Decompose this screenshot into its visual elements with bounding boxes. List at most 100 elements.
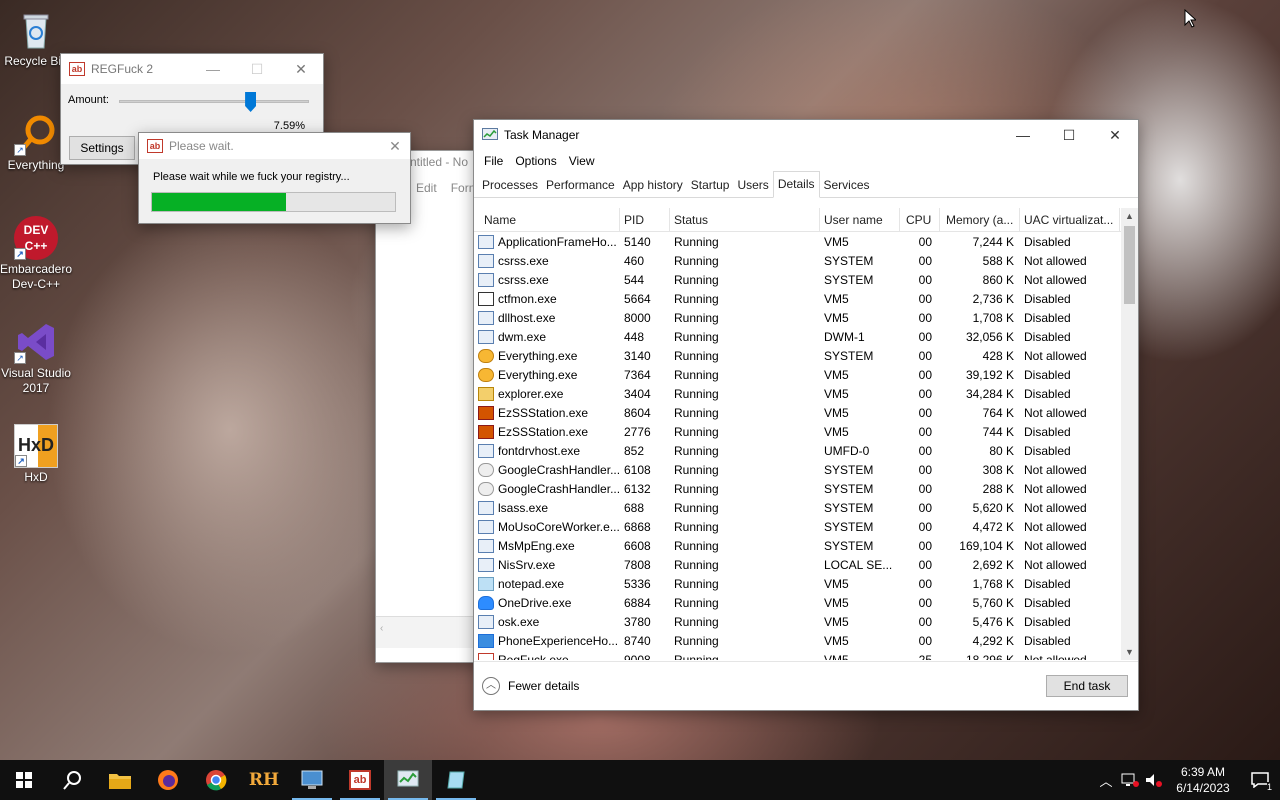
scroll-down-icon[interactable]: ▼ (1121, 644, 1138, 660)
taskbar-task-manager[interactable] (384, 760, 432, 800)
regfuck-titlebar[interactable]: ab REGFuck 2 — ☐ ✕ (61, 54, 323, 84)
tab-details[interactable]: Details (772, 171, 820, 198)
column-header-user[interactable]: User name (820, 208, 900, 232)
taskbar-firefox[interactable] (144, 760, 192, 800)
tab-users[interactable]: Users (733, 174, 772, 197)
table-row[interactable]: MsMpEng.exe 6608 Running SYSTEM 00 169,104 K N… (474, 536, 1138, 555)
amount-slider-track[interactable] (119, 100, 309, 103)
menu-bar: File Options View (474, 150, 1138, 172)
notepad-hscroll[interactable]: ‹ (376, 616, 484, 648)
tab-startup[interactable]: Startup (687, 174, 734, 197)
please-wait-titlebar[interactable]: ab Please wait. ✕ (139, 133, 410, 159)
notepad-menu-edit[interactable]: Edit (416, 181, 437, 195)
table-row[interactable]: GoogleCrashHandler... 6132 Running SYSTEM 00… (474, 479, 1138, 498)
amount-slider-thumb[interactable] (245, 92, 257, 112)
table-row[interactable]: lsass.exe 688 Running SYSTEM 00 5,620 K Not al… (474, 498, 1138, 517)
sort-ascending-icon: ^ (543, 208, 548, 213)
notepad-window[interactable]: ntitled - No Edit Form ‹ (375, 150, 485, 663)
tab-services[interactable]: Services (820, 174, 874, 197)
vertical-scrollbar[interactable]: ▲ ▼ (1121, 208, 1138, 660)
column-header-pid[interactable]: PID (620, 208, 670, 232)
taskbar-chrome[interactable] (192, 760, 240, 800)
close-button[interactable]: ✕ (1092, 120, 1138, 150)
table-row[interactable]: EzSSStation.exe 8604 Running VM5 00 764 K Not … (474, 403, 1138, 422)
process-cpu: 00 (918, 310, 932, 325)
table-row[interactable]: MoUsoCoreWorker.e... 6868 Running SYSTEM 00 4… (474, 517, 1138, 536)
table-row[interactable]: Everything.exe 7364 Running VM5 00 39,192 K Di… (474, 365, 1138, 384)
regfuck-icon: ab (349, 770, 371, 790)
menu-file[interactable]: File (478, 154, 509, 168)
task-manager-window[interactable]: Task Manager — ☐ ✕ File Options View Pro… (473, 119, 1139, 711)
fewer-details-link[interactable]: Fewer details (508, 679, 579, 693)
process-name-text: EzSSStation.exe (498, 405, 589, 420)
taskbar-remote-desktop[interactable] (288, 760, 336, 800)
show-hidden-icons-chevron-icon[interactable]: ︿ (1094, 771, 1118, 790)
table-row[interactable]: osk.exe 3780 Running VM5 00 5,476 K Disabled (474, 612, 1138, 631)
process-user: VM5 (824, 234, 849, 249)
process-phone-icon (478, 633, 494, 648)
close-button[interactable]: ✕ (380, 131, 410, 161)
clock[interactable]: 6:39 AM 6/14/2023 (1166, 764, 1240, 796)
taskbar-resource-hacker[interactable]: RH (240, 760, 288, 800)
process-uac: Not allowed (1024, 405, 1087, 420)
maximize-button[interactable]: ☐ (235, 54, 279, 84)
table-row[interactable]: PhoneExperienceHo... 8740 Running VM5 00 4,29… (474, 631, 1138, 650)
minimize-button[interactable]: — (1000, 120, 1046, 150)
chevron-up-icon[interactable]: ︿ (482, 677, 500, 695)
process-status: Running (674, 367, 719, 382)
settings-button[interactable]: Settings (69, 136, 135, 160)
column-header-status[interactable]: Status (670, 208, 820, 232)
network-icon[interactable] (1120, 772, 1140, 788)
desktop-icon-devcpp[interactable]: DEV C++ ↗ Embarcadero Dev-C++ (0, 216, 74, 292)
table-row[interactable]: Everything.exe 3140 Running SYSTEM 00 428 K No… (474, 346, 1138, 365)
process-pid: 6108 (624, 462, 651, 477)
process-name-text: OneDrive.exe (498, 595, 572, 610)
desktop-icon-visual-studio[interactable]: ↗ Visual Studio 2017 (0, 320, 74, 396)
table-row[interactable]: explorer.exe 3404 Running VM5 00 34,284 K Disa… (474, 384, 1138, 403)
table-row[interactable]: EzSSStation.exe 2776 Running VM5 00 744 K Disa… (474, 422, 1138, 441)
table-row[interactable]: notepad.exe 5336 Running VM5 00 1,768 K Disabl… (474, 574, 1138, 593)
table-row[interactable]: csrss.exe 544 Running SYSTEM 00 860 K Not allo… (474, 270, 1138, 289)
scroll-left-icon[interactable]: ‹ (380, 623, 383, 634)
taskbar-regfuck[interactable]: ab (336, 760, 384, 800)
task-manager-title: Task Manager (504, 128, 580, 142)
please-wait-dialog[interactable]: ab Please wait. ✕ Please wait while we f… (138, 132, 411, 224)
action-center-button[interactable]: 1 (1240, 760, 1280, 800)
table-row[interactable]: dwm.exe 448 Running DWM-1 00 32,056 K Disabled (474, 327, 1138, 346)
table-row[interactable]: fontdrvhost.exe 852 Running UMFD-0 00 80 K Dis… (474, 441, 1138, 460)
column-header-memory[interactable]: Memory (a... (940, 208, 1020, 232)
tab-performance[interactable]: Performance (542, 174, 619, 197)
process-uac: Not allowed (1024, 652, 1087, 661)
taskbar-notepad[interactable] (432, 760, 480, 800)
table-row[interactable]: ctfmon.exe 5664 Running VM5 00 2,736 K Disable… (474, 289, 1138, 308)
scroll-up-icon[interactable]: ▲ (1121, 208, 1138, 224)
volume-muted-icon[interactable] (1144, 772, 1164, 788)
column-header-uac[interactable]: UAC virtualizat... (1020, 208, 1120, 232)
process-generic-icon (478, 519, 494, 534)
search-button[interactable] (48, 760, 96, 800)
taskbar-file-explorer[interactable] (96, 760, 144, 800)
task-manager-titlebar[interactable]: Task Manager — ☐ ✕ (474, 120, 1138, 150)
end-task-button[interactable]: End task (1046, 675, 1128, 697)
menu-view[interactable]: View (563, 154, 601, 168)
table-row[interactable]: OneDrive.exe 6884 Running VM5 00 5,760 K Disab… (474, 593, 1138, 612)
menu-options[interactable]: Options (509, 154, 562, 168)
table-row[interactable]: csrss.exe 460 Running SYSTEM 00 588 K Not allo… (474, 251, 1138, 270)
tab-app-history[interactable]: App history (619, 174, 687, 197)
scrollbar-thumb[interactable] (1124, 226, 1135, 304)
tab-processes[interactable]: Processes (478, 174, 542, 197)
table-row[interactable]: ApplicationFrameHo... 5140 Running VM5 00 7,2… (474, 232, 1138, 251)
column-header-cpu[interactable]: CPU (900, 208, 940, 232)
maximize-button[interactable]: ☐ (1046, 120, 1092, 150)
process-cpu: 25 (918, 652, 932, 661)
close-button[interactable]: ✕ (279, 54, 323, 84)
desktop-icon-hxd[interactable]: HxD ↗ HxD (0, 424, 74, 485)
process-status: Running (674, 291, 719, 306)
start-button[interactable] (0, 760, 48, 800)
table-row[interactable]: dllhost.exe 8000 Running VM5 00 1,708 K Disabl… (474, 308, 1138, 327)
table-row[interactable]: RegFuck.exe 9008 Running VM5 25 18,296 K Not a… (474, 650, 1138, 660)
table-row[interactable]: GoogleCrashHandler... 6108 Running SYSTEM 00… (474, 460, 1138, 479)
minimize-button[interactable]: — (191, 54, 235, 84)
shortcut-arrow-icon: ↗ (15, 455, 27, 467)
table-row[interactable]: NisSrv.exe 7808 Running LOCAL SE... 00 2,692 … (474, 555, 1138, 574)
